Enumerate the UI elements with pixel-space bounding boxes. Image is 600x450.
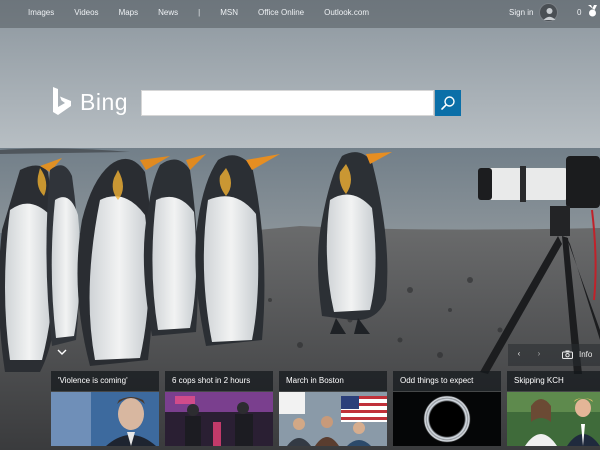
rewards-medal-icon[interactable] bbox=[587, 5, 598, 17]
chevron-down-icon bbox=[57, 349, 67, 355]
news-carousel: 'Violence is coming' 6 cops shot in 2 ho… bbox=[51, 371, 600, 450]
news-card-title: Skipping KCH bbox=[507, 371, 600, 391]
nav-news-link[interactable]: News bbox=[158, 8, 178, 17]
news-card-title: March in Boston bbox=[279, 371, 387, 391]
bing-logo[interactable]: Bing bbox=[52, 87, 132, 117]
nav-maps-link[interactable]: Maps bbox=[119, 8, 139, 17]
news-card-cops[interactable]: 6 cops shot in 2 hours bbox=[165, 371, 273, 450]
image-controls: ‹ › Info bbox=[508, 344, 600, 366]
camera-icon bbox=[562, 350, 573, 359]
collapse-news-button[interactable] bbox=[51, 343, 73, 361]
nav-separator: | bbox=[198, 8, 201, 17]
nav-outlook-link[interactable]: Outlook.com bbox=[324, 8, 369, 17]
news-card-title: Odd things to expect bbox=[393, 371, 501, 391]
nav-videos-link[interactable]: Videos bbox=[74, 8, 98, 17]
nav-msn-link[interactable]: MSN bbox=[220, 8, 238, 17]
news-card-odd-things[interactable]: Odd things to expect bbox=[393, 371, 501, 450]
news-card-violence[interactable]: 'Violence is coming' bbox=[51, 371, 159, 450]
nav-links: Images Videos Maps News | MSN Office Onl… bbox=[28, 8, 369, 17]
news-thumbnail bbox=[279, 392, 387, 446]
nav-images-link[interactable]: Images bbox=[28, 8, 54, 17]
previous-image-button[interactable]: ‹ bbox=[514, 349, 524, 361]
signin-link[interactable]: Sign in bbox=[509, 8, 533, 17]
search-button[interactable] bbox=[435, 90, 461, 116]
news-thumbnail bbox=[507, 392, 600, 446]
bing-b-icon bbox=[53, 87, 71, 115]
next-image-button[interactable]: › bbox=[534, 349, 544, 361]
news-card-title: 'Violence is coming' bbox=[51, 371, 159, 391]
news-card-title: 6 cops shot in 2 hours bbox=[165, 371, 273, 391]
top-nav: Images Videos Maps News | MSN Office Onl… bbox=[0, 0, 600, 26]
user-icon bbox=[543, 8, 556, 20]
image-info-link[interactable]: Info bbox=[579, 350, 592, 359]
news-card-skipping[interactable]: Skipping KCH bbox=[507, 371, 600, 450]
news-thumbnail bbox=[165, 392, 273, 446]
search-input[interactable] bbox=[141, 90, 434, 116]
news-thumbnail bbox=[393, 392, 501, 446]
news-thumbnail bbox=[51, 392, 159, 446]
nav-office-online-link[interactable]: Office Online bbox=[258, 8, 304, 17]
news-card-march[interactable]: March in Boston bbox=[279, 371, 387, 450]
avatar[interactable] bbox=[539, 3, 558, 22]
bing-wordmark: Bing bbox=[80, 89, 129, 115]
search-icon bbox=[441, 96, 455, 110]
rewards-count: 0 bbox=[577, 8, 582, 17]
